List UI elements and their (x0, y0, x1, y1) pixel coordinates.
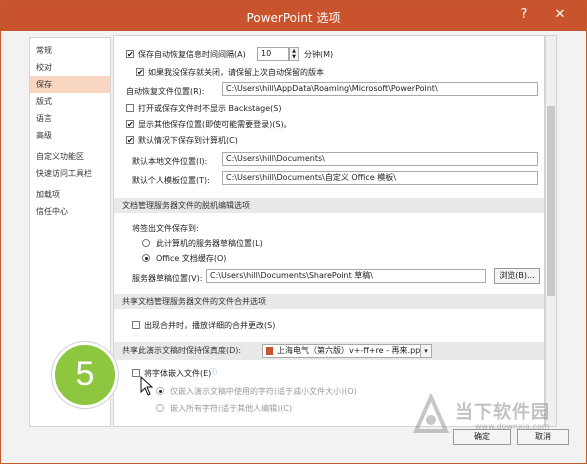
template-path-label: 默认个人模板位置(T): (132, 176, 210, 185)
drafts-location-label: 服务器草稿位置(V): (132, 274, 203, 283)
show-other-locations-checkbox[interactable]: ✔ (126, 120, 134, 129)
embed-used-radio[interactable] (156, 387, 164, 395)
sidebar-item-general[interactable]: 常规 (30, 42, 110, 59)
checkout-label: 将签出文件保存到: (132, 224, 199, 233)
sidebar-item-proofing[interactable]: 校对 (30, 59, 110, 76)
watermark-logo-icon (412, 394, 450, 433)
merge-section-header: 共享文档管理服务器文件的文件合并选项 (114, 294, 544, 309)
sidebar-item-quick-access[interactable]: 快速访问工具栏 (30, 165, 110, 182)
info-icon: ⓘ (210, 368, 217, 376)
scrollbar-thumb[interactable] (547, 106, 555, 296)
watermark-url: www.downxia.com (475, 422, 550, 431)
embed-all-radio[interactable] (156, 404, 164, 412)
mouse-cursor-icon (140, 376, 154, 396)
save-options-panel: ✔ 保存自动恢复信息时间间隔(A) 10 ▲ ▼ 分钟(M) ✔ 如果我没保存就关… (113, 35, 545, 427)
local-path-input[interactable]: C:\Users\hill\Documents\ (222, 152, 538, 166)
sidebar-item-save[interactable]: 保存 (30, 76, 110, 93)
sidebar-item-addins[interactable]: 加载项 (30, 186, 110, 203)
no-backstage-label: 打开或保存文件时不显示 Backstage(S) (138, 104, 282, 113)
dialog-title: PowerPoint 选项 (246, 11, 341, 25)
autorecover-checkbox[interactable]: ✔ (126, 50, 134, 59)
offline-section-header: 文档管理服务器文件的脱机编辑选项 (114, 198, 544, 213)
step-number-badge: 5 (52, 342, 118, 408)
embed-used-label: 仅嵌入演示文稿中使用的字符(适于减小文件大小)(O) (170, 387, 357, 396)
sidebar-item-layout[interactable]: 版式 (30, 93, 110, 110)
presentation-select-value: 上海电气（第六版）v+-ff+re - 再来.pptx (277, 346, 429, 355)
drafts-location-input[interactable]: C:\Users\hill\Documents\SharePoint 草稿\ (206, 269, 486, 283)
close-button[interactable]: ✕ (549, 6, 571, 24)
fidelity-label: 共享此演示文稿时保持保真度(D): (122, 346, 242, 355)
server-drafts-label: 此计算机的服务器草稿位置(L) (156, 239, 263, 248)
server-drafts-radio[interactable] (142, 239, 150, 247)
pptx-file-icon (266, 347, 273, 355)
title-bar: PowerPoint 选项 ? ✕ (1, 1, 586, 31)
watermark: 当下软件园 www.downxia.com (405, 390, 585, 440)
presentation-select[interactable]: 上海电气（第六版）v+-ff+re - 再来.pptx (262, 344, 432, 358)
show-other-locations-label: 显示其他保存位置(即使可能需要登录)(S)。 (138, 120, 292, 129)
save-to-computer-checkbox[interactable]: ✔ (126, 136, 134, 145)
save-to-computer-label: 默认情况下保存到计算机(C) (138, 136, 238, 145)
autorecover-minutes-input[interactable]: 10 (257, 47, 289, 61)
autorecover-label: 保存自动恢复信息时间间隔(A) (138, 50, 246, 59)
template-path-input[interactable]: C:\Users\hill\Documents\自定义 Office 模板\ (222, 171, 538, 185)
autorecover-path-label: 自动恢复文件位置(R): (126, 87, 205, 96)
browse-button[interactable]: 浏览(B)... (494, 268, 540, 284)
sidebar-item-advanced[interactable]: 高级 (30, 127, 110, 144)
office-cache-label: Office 文档缓存(O) (156, 254, 227, 263)
keep-last-version-label: 如果我没保存就关闭，请保留上次自动保留的版本 (148, 68, 324, 77)
help-button[interactable]: ? (513, 6, 535, 24)
show-merge-changes-label: 出现合并时，播放详细的合并更改(S) (144, 321, 276, 330)
autorecover-path-input[interactable]: C:\Users\hill\AppData\Roaming\Microsoft\… (222, 82, 538, 96)
sidebar-item-customize-ribbon[interactable]: 自定义功能区 (30, 148, 110, 165)
chevron-down-icon[interactable]: ▾ (420, 344, 432, 358)
embed-fonts-label: 将字体嵌入文件(E) (144, 369, 212, 378)
local-path-label: 默认本地文件位置(I): (132, 157, 208, 166)
sidebar-item-language[interactable]: 语言 (30, 110, 110, 127)
sidebar-item-trust-center[interactable]: 信任中心 (30, 203, 110, 220)
embed-fonts-checkbox[interactable] (132, 369, 140, 377)
panel-scrollbar[interactable] (545, 35, 557, 427)
keep-last-version-checkbox[interactable]: ✔ (136, 68, 144, 77)
watermark-text: 当下软件园 (455, 402, 550, 423)
show-merge-changes-checkbox[interactable] (132, 321, 140, 329)
embed-all-label: 嵌入所有字符(适于其他人编辑)(C) (170, 404, 293, 413)
office-cache-radio[interactable] (142, 254, 150, 262)
minutes-spinner[interactable]: ▲ ▼ (289, 47, 299, 61)
no-backstage-checkbox[interactable] (126, 104, 134, 112)
minutes-label: 分钟(M) (304, 50, 334, 59)
